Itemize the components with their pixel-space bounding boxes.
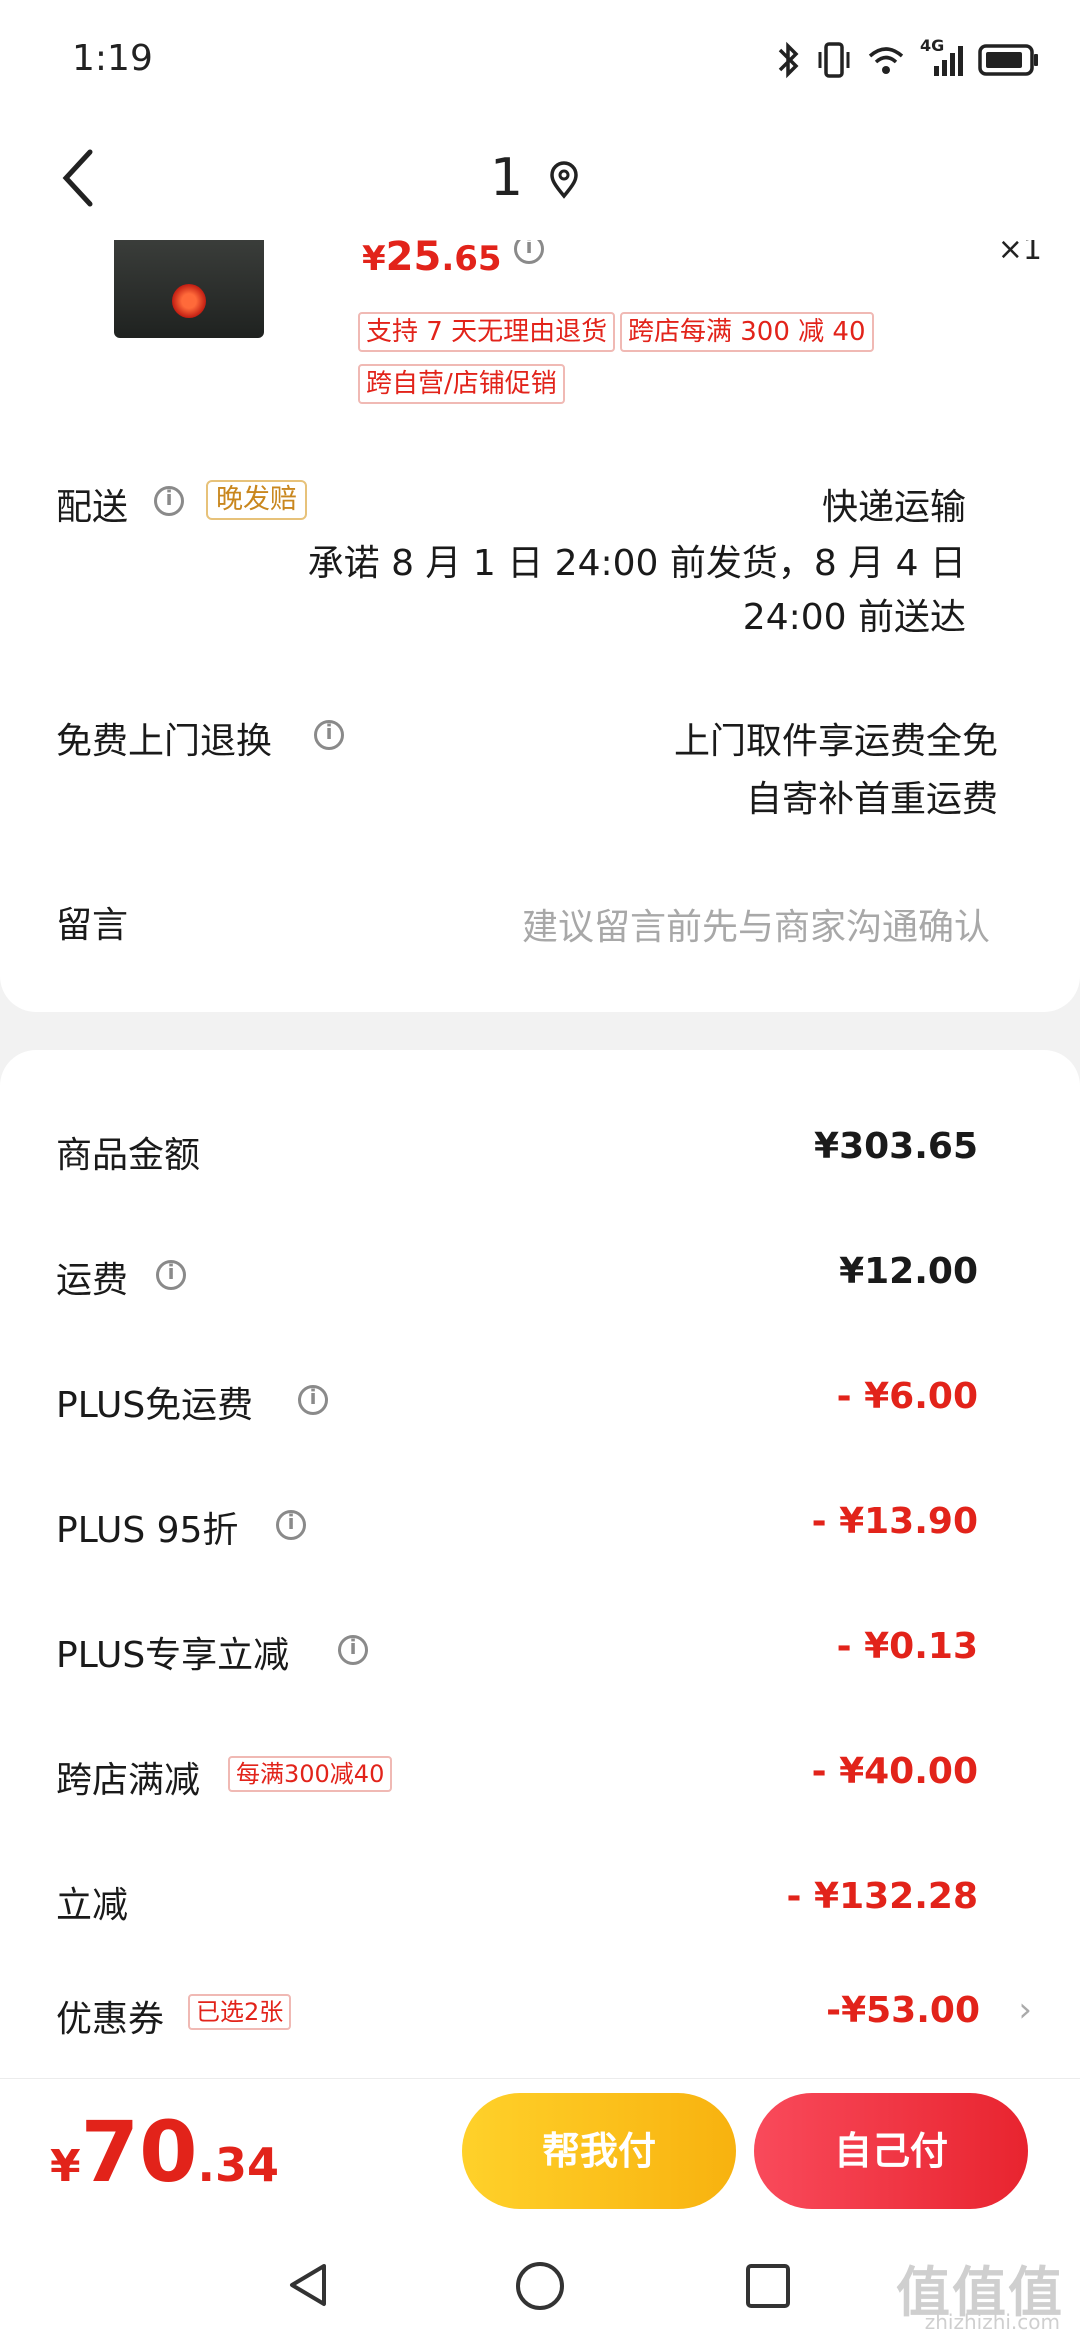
- coupon-value: -¥53.00: [826, 1990, 980, 2031]
- total-dec: .34: [197, 2138, 280, 2192]
- tag-promo: 跨自营/店铺促销: [358, 364, 565, 404]
- delivery-info-icon[interactable]: [154, 486, 184, 516]
- total-price: ¥70.34: [50, 2103, 279, 2201]
- nav-recents-icon[interactable]: [744, 2262, 792, 2310]
- coupon-row[interactable]: 优惠券 已选2张 -¥53.00 ›: [0, 1980, 1080, 2050]
- order-details-card: ¥25.65 ×1 支持 7 天无理由退货 跨店每满 300 减 40 跨自营/…: [0, 240, 1080, 1012]
- price-int: 25: [385, 240, 442, 280]
- wifi-icon: [868, 47, 904, 74]
- page-header: 1: [0, 120, 1080, 240]
- plus-exclusive-value: - ¥0.13: [836, 1626, 978, 1667]
- plus-exclusive-info-icon[interactable]: [338, 1635, 368, 1665]
- chevron-right-icon: ›: [1018, 1990, 1032, 2030]
- cross-store-tag: 每满300减40: [228, 1756, 393, 1792]
- battery-icon: [978, 44, 1038, 76]
- product-image[interactable]: [114, 240, 264, 338]
- tag-cross-store-discount: 跨店每满 300 减 40: [620, 312, 874, 352]
- watermark-url: zhizhizhi.com: [924, 2310, 1060, 2334]
- return-info-icon[interactable]: [314, 720, 344, 750]
- delivery-promise-line1: 承诺 8 月 1 日 24:00 前发货，8 月 4 日: [307, 543, 966, 584]
- nav-back-icon[interactable]: [284, 2260, 334, 2310]
- message-label: 留言: [56, 905, 129, 946]
- nav-home-icon[interactable]: [514, 2260, 566, 2312]
- plus95-value: - ¥13.90: [811, 1501, 978, 1542]
- help-me-pay-button[interactable]: 帮我付: [462, 2093, 736, 2209]
- product-price: ¥25.65: [362, 240, 502, 280]
- goods-amount-label: 商品金额: [56, 1135, 201, 1176]
- status-time: 1:19: [72, 38, 153, 79]
- tag-7day-return: 支持 7 天无理由退货: [358, 312, 616, 352]
- shipping-info-icon[interactable]: [156, 1260, 186, 1290]
- status-bar: 1:19 4G: [0, 0, 1080, 120]
- goods-amount-value: ¥303.65: [814, 1126, 978, 1167]
- cost-breakdown-card: [0, 1050, 1080, 2078]
- pay-myself-button[interactable]: 自己付: [754, 2093, 1028, 2209]
- cross-store-value: - ¥40.00: [811, 1751, 978, 1792]
- shipping-value: ¥12.00: [839, 1251, 978, 1292]
- cross-store-label: 跨店满减: [56, 1760, 201, 1801]
- total-int: 70: [80, 2103, 198, 2201]
- instant-discount-value: - ¥132.28: [786, 1876, 978, 1917]
- status-icons: 4G: [774, 36, 1040, 80]
- price-symbol: ¥: [362, 240, 386, 279]
- return-service-line1: 上门取件享运费全免: [673, 721, 998, 762]
- plus-exclusive-label: PLUS专享立减: [56, 1635, 290, 1676]
- signal-icon: 4G: [920, 36, 964, 80]
- location-pin-icon[interactable]: [548, 160, 580, 200]
- delivery-method[interactable]: 快递运输: [822, 478, 966, 530]
- plus-free-shipping-value: - ¥6.00: [836, 1376, 978, 1417]
- plus95-label: PLUS 95折: [56, 1510, 239, 1551]
- bluetooth-icon: [778, 41, 799, 79]
- product-logo: [172, 284, 206, 318]
- page-title: 1: [490, 148, 524, 208]
- delivery-label: 配送: [56, 487, 129, 528]
- return-service-line2: 自寄补首重运费: [745, 779, 998, 820]
- total-symbol: ¥: [50, 2141, 81, 2192]
- price-info-icon[interactable]: [514, 240, 544, 264]
- checkout-bar: ¥70.34 帮我付 自己付: [0, 2078, 1080, 2228]
- return-service-label: 免费上门退换: [56, 721, 273, 762]
- plus95-info-icon[interactable]: [276, 1510, 306, 1540]
- product-quantity: ×1: [997, 240, 1042, 267]
- late-compensation-badge: 晚发赔: [206, 480, 307, 520]
- plus-free-shipping-info-icon[interactable]: [298, 1385, 328, 1415]
- price-dec: .65: [441, 240, 502, 279]
- vibrate-icon: [818, 42, 850, 78]
- delivery-promise-line2: 24:00 前送达: [742, 597, 966, 638]
- shipping-label: 运费: [56, 1260, 129, 1301]
- coupon-tag: 已选2张: [188, 1994, 292, 2030]
- back-arrow-icon[interactable]: [54, 144, 114, 214]
- instant-discount-label: 立减: [56, 1885, 129, 1926]
- message-input[interactable]: 建议留言前先与商家沟通确认: [522, 898, 990, 950]
- plus-free-shipping-label: PLUS免运费: [56, 1385, 254, 1426]
- coupon-label: 优惠券: [56, 1999, 165, 2040]
